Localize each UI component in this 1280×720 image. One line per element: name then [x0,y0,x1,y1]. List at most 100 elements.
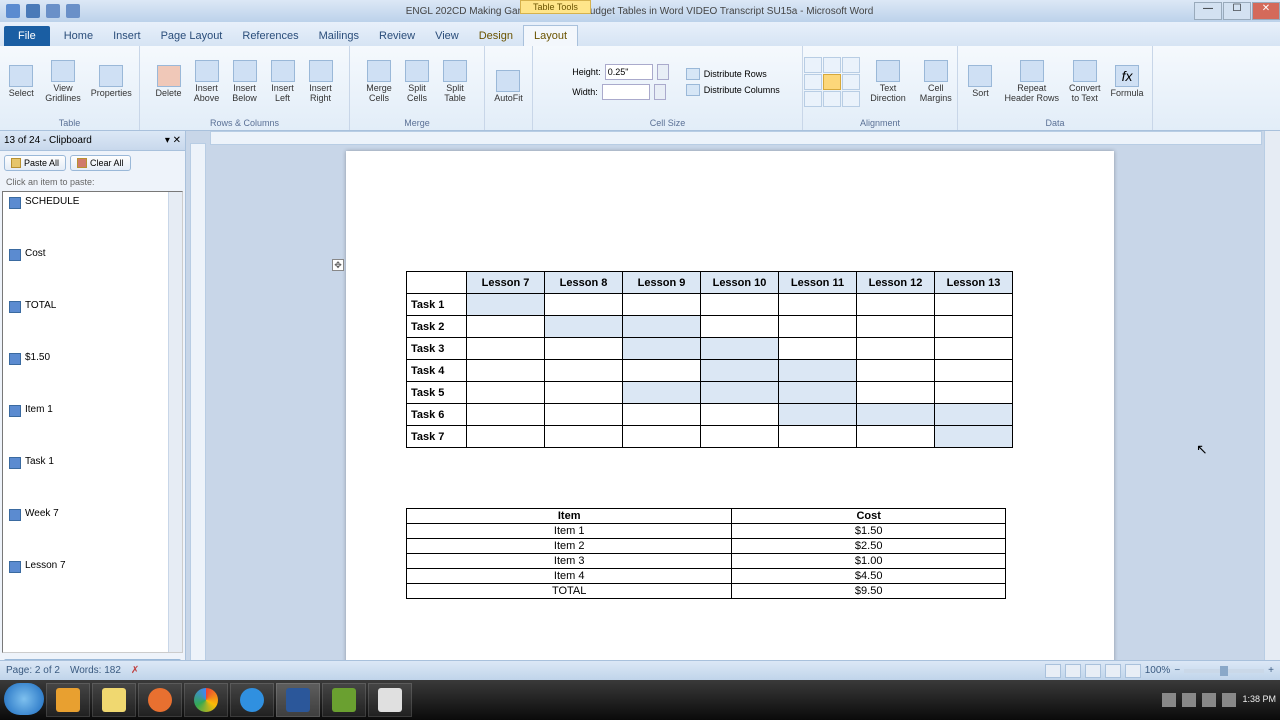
zoom-slider[interactable] [1184,669,1264,673]
taskbar-clock[interactable]: 1:38 PM [1242,695,1276,705]
tab-references[interactable]: References [232,26,308,46]
gantt-header[interactable]: Lesson 7 [467,272,545,294]
formula-button[interactable]: fxFormula [1107,63,1148,101]
insert-right-button[interactable]: Insert Right [303,58,339,106]
gantt-cell[interactable] [545,360,623,382]
clipboard-item[interactable]: Task 1 [3,452,182,504]
web-layout-view[interactable] [1085,664,1101,678]
delete-button[interactable]: Delete [151,63,187,101]
autofit-button[interactable]: AutoFit [490,68,527,106]
gantt-cell[interactable] [779,426,857,448]
gantt-cell[interactable] [545,294,623,316]
gantt-cell[interactable] [935,382,1013,404]
clipboard-item[interactable]: Cost [3,244,182,296]
gantt-row-header[interactable]: Task 3 [407,338,467,360]
gantt-row-header[interactable]: Task 7 [407,426,467,448]
print-layout-view[interactable] [1045,664,1061,678]
gantt-cell[interactable] [623,426,701,448]
gantt-cell[interactable] [623,338,701,360]
tab-layout[interactable]: Layout [523,25,578,46]
split-cells-button[interactable]: Split Cells [399,58,435,106]
status-words[interactable]: Words: 182 [70,665,121,676]
width-spinner[interactable] [654,84,666,100]
gantt-header[interactable]: Lesson 10 [701,272,779,294]
document-page[interactable]: ✥ Lesson 7Lesson 8Lesson 9Lesson 10Lesso… [346,151,1114,680]
zoom-in-icon[interactable]: + [1268,665,1274,676]
distribute-columns-button[interactable]: Distribute Columns [683,83,783,97]
tab-mailings[interactable]: Mailings [309,26,369,46]
gantt-cell[interactable] [857,294,935,316]
gantt-cell[interactable] [779,338,857,360]
split-table-button[interactable]: Split Table [437,58,473,106]
tab-view[interactable]: View [425,26,469,46]
gantt-cell[interactable] [701,316,779,338]
gantt-cell[interactable] [779,316,857,338]
zoom-level[interactable]: 100% [1145,665,1171,676]
gantt-row-header[interactable]: Task 1 [407,294,467,316]
clipboard-item[interactable]: Week 7 [3,504,182,556]
gantt-header[interactable]: Lesson 9 [623,272,701,294]
gantt-cell[interactable] [935,426,1013,448]
gantt-row-header[interactable]: Task 5 [407,382,467,404]
status-page[interactable]: Page: 2 of 2 [6,665,60,676]
tray-volume-icon[interactable] [1222,693,1236,707]
cell-margins-button[interactable]: Cell Margins [916,58,956,106]
gantt-cell[interactable] [545,404,623,426]
text-direction-button[interactable]: Text Direction [866,58,910,106]
properties-button[interactable]: Properties [87,63,136,101]
gantt-cell[interactable] [779,382,857,404]
vertical-scrollbar[interactable] [1264,131,1280,680]
gantt-cell[interactable] [779,404,857,426]
gantt-row-header[interactable]: Task 4 [407,360,467,382]
tray-icon[interactable] [1162,693,1176,707]
proof-icon[interactable]: ✗ [131,665,139,676]
gantt-cell[interactable] [857,316,935,338]
width-input[interactable] [602,84,650,100]
redo-icon[interactable] [66,4,80,18]
gantt-row-header[interactable]: Task 2 [407,316,467,338]
gantt-cell[interactable] [467,294,545,316]
tray-icon[interactable] [1182,693,1196,707]
tab-review[interactable]: Review [369,26,425,46]
merge-cells-button[interactable]: Merge Cells [361,58,397,106]
height-input[interactable] [605,64,653,80]
start-button[interactable] [4,683,44,715]
table-move-handle[interactable]: ✥ [332,259,344,271]
budget-item-cell[interactable]: TOTAL [407,584,732,599]
alignment-grid[interactable] [804,57,860,107]
minimize-button[interactable]: — [1194,2,1222,20]
paste-all-button[interactable]: Paste All [4,155,66,171]
horizontal-ruler[interactable] [210,131,1262,145]
budget-header[interactable]: Cost [732,509,1006,524]
taskbar-ie[interactable] [230,683,274,717]
gantt-header[interactable]: Lesson 11 [779,272,857,294]
gantt-cell[interactable] [623,382,701,404]
gantt-cell[interactable] [857,338,935,360]
vertical-ruler[interactable] [190,143,206,680]
gantt-cell[interactable] [467,338,545,360]
budget-header[interactable]: Item [407,509,732,524]
maximize-button[interactable]: ☐ [1223,2,1251,20]
taskbar-word[interactable] [276,683,320,717]
taskbar-media-player[interactable] [46,683,90,717]
undo-icon[interactable] [46,4,60,18]
tab-design[interactable]: Design [469,26,523,46]
gantt-cell[interactable] [467,426,545,448]
gantt-cell[interactable] [545,316,623,338]
gantt-cell[interactable] [701,426,779,448]
budget-cost-cell[interactable]: $4.50 [732,569,1006,584]
gantt-cell[interactable] [701,382,779,404]
repeat-header-button[interactable]: Repeat Header Rows [1000,58,1063,106]
gantt-cell[interactable] [467,404,545,426]
gantt-header[interactable]: Lesson 8 [545,272,623,294]
gantt-cell[interactable] [467,360,545,382]
gantt-cell[interactable] [701,338,779,360]
view-gridlines-button[interactable]: View Gridlines [41,58,85,106]
full-screen-view[interactable] [1065,664,1081,678]
draft-view[interactable] [1125,664,1141,678]
gantt-cell[interactable] [545,338,623,360]
gantt-cell[interactable] [545,426,623,448]
close-button[interactable]: ✕ [1252,2,1280,20]
gantt-header[interactable]: Lesson 13 [935,272,1013,294]
gantt-cell[interactable] [935,316,1013,338]
